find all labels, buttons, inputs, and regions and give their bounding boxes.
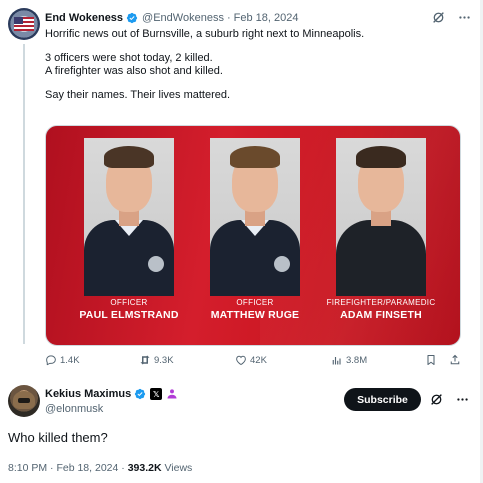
analytics-icon — [332, 357, 341, 365]
flag-image — [14, 17, 34, 31]
post-header: End Wokeness @EndWokeness · Feb 18, 2024 — [45, 10, 471, 26]
subscribe-button[interactable]: Subscribe — [344, 388, 421, 411]
reply-date[interactable]: Feb 18, 2024 — [56, 462, 118, 474]
grok-icon[interactable] — [431, 10, 445, 24]
reply-time[interactable]: 8:10 PM — [8, 462, 47, 474]
post-header-actions — [431, 10, 471, 24]
like-button[interactable]: 42K — [235, 354, 267, 366]
caption-role: OFFICER — [110, 298, 148, 307]
more-options-icon[interactable] — [455, 392, 469, 406]
reply-author-handle[interactable]: @elonmusk — [45, 403, 103, 415]
government-affiliation-icon — [167, 389, 177, 399]
caption-1: OFFICER PAUL ELMSTRAND — [64, 298, 194, 322]
hair-shape — [356, 146, 406, 168]
reply-count: 1.4K — [60, 354, 80, 366]
author-avatar[interactable] — [8, 8, 40, 40]
more-options-icon[interactable] — [457, 10, 471, 24]
x-affiliate-badge-icon[interactable]: 𝕏 — [150, 388, 163, 400]
reply-text: Who killed them? — [8, 430, 108, 445]
reply-button[interactable]: 1.4K — [45, 354, 80, 366]
separator-dot: · — [50, 462, 54, 474]
caption-role: FIREFIGHTER/PARAMEDIC — [326, 298, 436, 307]
views-button[interactable]: 3.8M — [331, 354, 367, 366]
hair-shape — [104, 146, 154, 168]
post-media-image[interactable]: OFFICER PAUL ELMSTRAND OFFICER MATTHEW R… — [45, 125, 461, 346]
bookmark-button[interactable] — [425, 354, 437, 366]
post-date[interactable]: Feb 18, 2024 — [234, 12, 299, 24]
reply-views-label: Views — [164, 462, 193, 474]
separator-dot: · — [226, 12, 231, 24]
author-handle[interactable]: @EndWokeness — [142, 12, 224, 24]
post-text: Horrific news out of Burnsville, a subur… — [45, 28, 465, 102]
bookmark-icon — [427, 354, 435, 366]
verified-icon — [126, 12, 138, 24]
share-button[interactable] — [449, 354, 461, 366]
share-icon — [450, 354, 460, 365]
caption-role: OFFICER — [236, 298, 274, 307]
caption-3: FIREFIGHTER/PARAMEDIC ADAM FINSETH — [316, 298, 446, 322]
caption-name: PAUL ELMSTRAND — [79, 309, 179, 321]
reply-views-count: 393.2K — [127, 462, 162, 474]
caption-name: ADAM FINSETH — [340, 309, 422, 321]
separator-dot: · — [121, 462, 125, 474]
reply-meta: 8:10 PM · Feb 18, 2024 · 393.2K Views — [8, 462, 192, 474]
grok-icon[interactable] — [429, 392, 443, 406]
repost-button[interactable]: 9.3K — [139, 354, 174, 366]
post-action-bar: 1.4K 9.3K 42K 3.8M — [45, 354, 463, 370]
hair-shape — [230, 146, 280, 168]
like-count: 42K — [250, 354, 267, 366]
verified-icon — [135, 388, 146, 400]
reply-header-actions — [429, 392, 469, 406]
thread-line — [23, 44, 25, 344]
repost-icon — [140, 355, 150, 365]
post-line: Horrific news out of Burnsville, a subur… — [45, 28, 365, 40]
post-line: 3 officers were shot today, 2 killed. — [45, 52, 213, 64]
reply-author-name[interactable]: Kekius Maximus — [45, 388, 131, 400]
post-line: Say their names. Their lives mattered. — [45, 89, 231, 101]
views-count: 3.8M — [346, 354, 368, 366]
heart-icon — [236, 355, 246, 366]
portrait-photo — [84, 138, 174, 296]
portrait-photo — [210, 138, 300, 296]
caption-2: OFFICER MATTHEW RUGE — [190, 298, 320, 322]
author-name[interactable]: End Wokeness — [45, 12, 123, 24]
post-line: A firefighter was also shot and killed. — [45, 65, 223, 77]
reply-icon — [46, 355, 56, 366]
reply-header: Kekius Maximus 𝕏 — [45, 388, 178, 400]
visor-shape — [18, 398, 30, 403]
portrait-photo — [336, 138, 426, 296]
reply-author-avatar[interactable] — [8, 385, 40, 417]
caption-name: MATTHEW RUGE — [210, 309, 300, 321]
repost-count: 9.3K — [154, 354, 174, 366]
